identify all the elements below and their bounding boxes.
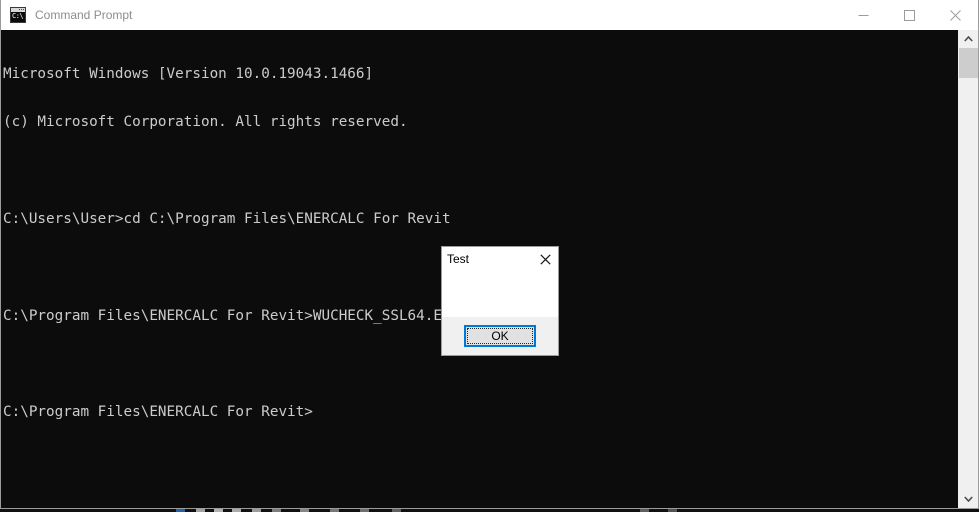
scroll-down-button[interactable] — [959, 490, 978, 508]
test-dialog: Test OK — [441, 246, 559, 356]
close-icon — [949, 9, 961, 21]
icon-dot — [19, 8, 20, 10]
window-controls — [840, 0, 978, 30]
close-button[interactable] — [932, 0, 978, 30]
console-line: C:\Users\User>cd C:\Program Files\ENERCA… — [3, 211, 451, 228]
vertical-scrollbar[interactable] — [958, 30, 978, 508]
scrollbar-track[interactable] — [959, 48, 978, 490]
ok-button-label: OK — [491, 329, 509, 343]
icon-dot — [21, 8, 22, 10]
command-prompt-icon: C:\ — [10, 6, 26, 23]
scroll-up-button[interactable] — [959, 30, 978, 48]
console-line: (c) Microsoft Corporation. All rights re… — [3, 114, 408, 131]
dialog-title: Test — [447, 252, 470, 266]
close-icon — [539, 253, 551, 265]
console-line: Microsoft Windows [Version 10.0.19043.14… — [3, 66, 374, 83]
maximize-button[interactable] — [886, 0, 932, 30]
icon-dot — [23, 8, 24, 10]
title-bar[interactable]: C:\ Command Prompt — [1, 0, 978, 30]
chevron-down-icon — [964, 496, 973, 502]
minimize-icon — [858, 14, 868, 16]
dialog-content — [442, 271, 558, 317]
chevron-up-icon — [964, 36, 973, 42]
ok-button[interactable]: OK — [464, 325, 536, 347]
window-title: Command Prompt — [35, 7, 133, 22]
icon-prompt-text: C:\ — [12, 11, 24, 20]
dialog-close-button[interactable] — [536, 250, 554, 268]
dialog-title-bar[interactable]: Test — [442, 247, 558, 271]
scrollbar-thumb[interactable] — [959, 48, 978, 78]
maximize-icon — [903, 9, 915, 21]
minimize-button[interactable] — [840, 0, 886, 30]
console-line: C:\Program Files\ENERCALC For Revit> — [3, 404, 313, 421]
dialog-footer: OK — [442, 317, 558, 355]
